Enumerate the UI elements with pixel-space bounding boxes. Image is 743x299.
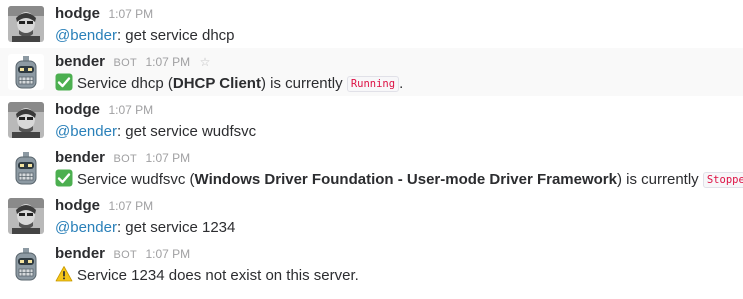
message-text: @bender: get service 1234 xyxy=(55,219,236,236)
message-hodge-3[interactable]: hodge 1:07 PM @bender: get service 1234 xyxy=(0,192,743,240)
author-name[interactable]: hodge xyxy=(55,197,100,214)
author-name[interactable]: hodge xyxy=(55,101,100,118)
timestamp[interactable]: 1:07 PM xyxy=(108,103,153,117)
message-text: @bender: get service wudfsvc xyxy=(55,123,257,140)
timestamp[interactable]: 1:07 PM xyxy=(145,55,190,69)
message-text: Service 1234 does not exist on this serv… xyxy=(55,265,737,287)
author-name[interactable]: bender xyxy=(55,53,105,70)
avatar-hodge[interactable] xyxy=(8,102,44,138)
status-code: Running xyxy=(346,76,400,92)
timestamp[interactable]: 1:07 PM xyxy=(108,199,153,213)
bot-badge: BOT xyxy=(113,249,137,261)
message-bender-2[interactable]: bender BOT 1:07 PM Service wudfsvc (Wind… xyxy=(0,144,743,192)
message-hodge-1[interactable]: hodge 1:07 PM @bender: get service dhcp xyxy=(0,0,743,48)
user-mention[interactable]: @bender xyxy=(55,123,117,140)
avatar-hodge[interactable] xyxy=(8,198,44,234)
message-bender-1[interactable]: bender BOT 1:07 PM ☆ Service dhcp (DHCP … xyxy=(0,48,743,96)
star-icon[interactable]: ☆ xyxy=(200,52,211,72)
timestamp[interactable]: 1:07 PM xyxy=(145,247,190,261)
status-code: Stopped xyxy=(702,172,743,188)
author-name[interactable]: bender xyxy=(55,149,105,166)
user-mention[interactable]: @bender xyxy=(55,27,117,44)
avatar-bender[interactable] xyxy=(8,246,44,282)
user-mention[interactable]: @bender xyxy=(55,219,117,236)
avatar-hodge[interactable] xyxy=(8,6,44,42)
author-name[interactable]: hodge xyxy=(55,5,100,22)
avatar-bender[interactable] xyxy=(8,54,44,90)
message-hodge-2[interactable]: hodge 1:07 PM @bender: get service wudfs… xyxy=(0,96,743,144)
message-text: Service dhcp (DHCP Client) is currently … xyxy=(55,73,737,95)
bot-badge: BOT xyxy=(113,153,137,165)
warning-icon xyxy=(55,265,73,283)
check-mark-icon xyxy=(55,73,73,91)
timestamp[interactable]: 1:07 PM xyxy=(145,151,190,165)
timestamp[interactable]: 1:07 PM xyxy=(108,7,153,21)
author-name[interactable]: bender xyxy=(55,245,105,262)
check-mark-icon xyxy=(55,169,73,187)
bot-badge: BOT xyxy=(113,57,137,69)
message-text: Service wudfsvc (Windows Driver Foundati… xyxy=(55,169,743,191)
avatar-bender[interactable] xyxy=(8,150,44,186)
message-text: @bender: get service dhcp xyxy=(55,27,235,44)
message-bender-3[interactable]: bender BOT 1:07 PM Service 1234 does not… xyxy=(0,240,743,288)
